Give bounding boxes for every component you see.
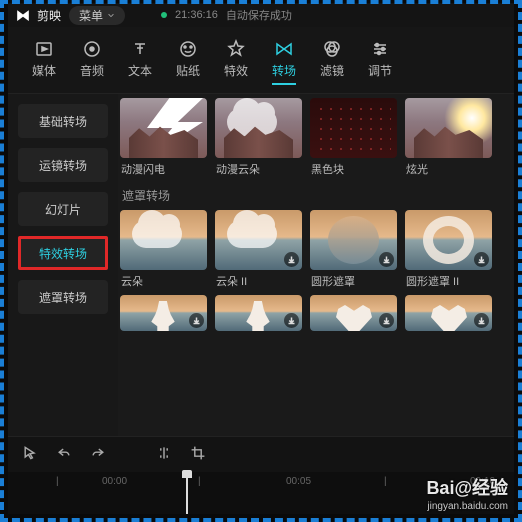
filter-icon: [322, 39, 342, 59]
thumbnail: [405, 295, 492, 331]
crop-button[interactable]: [190, 445, 206, 464]
menu-dropdown[interactable]: 菜单: [69, 6, 125, 25]
sidebar-item-0[interactable]: 基础转场: [18, 104, 108, 138]
card-label: 圆形遮罩 II: [405, 270, 492, 289]
top-tabs: 媒体 音频 文本 贴纸 特效 转场 滤镜 调节: [8, 27, 514, 94]
tab-label: 音频: [80, 62, 104, 79]
thumbnail: [215, 98, 302, 158]
autosave-time: 21:36:16: [175, 9, 218, 21]
split-button[interactable]: [156, 445, 172, 464]
transition-card[interactable]: 云朵: [120, 210, 207, 289]
app-name: 剪映: [37, 7, 61, 24]
download-icon[interactable]: [474, 313, 489, 328]
download-icon[interactable]: [379, 313, 394, 328]
text-icon: [130, 39, 150, 59]
autosave-status: 自动保存成功: [226, 7, 292, 23]
title-bar: ⧓ 剪映 菜单 21:36:16 自动保存成功: [8, 3, 514, 27]
card-label: 云朵 II: [215, 270, 302, 289]
card-label: 云朵: [120, 270, 207, 289]
transition-card[interactable]: [310, 295, 397, 331]
category-sidebar: 基础转场运镜转场幻灯片特效转场遮罩转场: [8, 94, 118, 436]
status-dot-icon: [161, 12, 167, 18]
transition-card[interactable]: 黑色块: [310, 98, 397, 177]
thumbnail: [310, 295, 397, 331]
tab-text[interactable]: 文本: [116, 35, 164, 93]
download-icon[interactable]: [189, 313, 204, 328]
timeline-toolbar: [8, 436, 514, 472]
card-label: 动漫云朵: [215, 158, 302, 177]
ruler-tick: 00:05: [286, 476, 311, 487]
download-icon[interactable]: [379, 252, 394, 267]
transition-card[interactable]: 炫光: [405, 98, 492, 177]
transition-card[interactable]: [120, 295, 207, 331]
watermark-sub: jingyan.baidu.com: [427, 501, 508, 512]
thumbnail: [215, 210, 302, 270]
audio-icon: [82, 39, 102, 59]
sidebar-item-3[interactable]: 特效转场: [18, 236, 108, 270]
redo-button[interactable]: [90, 445, 106, 464]
tab-transition[interactable]: 转场: [260, 35, 308, 93]
download-icon[interactable]: [474, 252, 489, 267]
transition-card[interactable]: 圆形遮罩: [310, 210, 397, 289]
pointer-tool[interactable]: [22, 445, 38, 464]
ruler-tick: |: [198, 476, 201, 487]
section-title: 遮罩转场: [120, 183, 514, 210]
tab-fx[interactable]: 特效: [212, 35, 260, 93]
thumbnail: [120, 98, 207, 158]
tab-media[interactable]: 媒体: [20, 35, 68, 93]
thumbnail: [215, 295, 302, 331]
ruler-tick: 00:00: [102, 476, 127, 487]
thumbnail: [405, 210, 492, 270]
tab-label: 媒体: [32, 62, 56, 79]
tab-label: 贴纸: [176, 62, 200, 79]
tab-filter[interactable]: 滤镜: [308, 35, 356, 93]
transition-card[interactable]: [215, 295, 302, 331]
thumbnail: [120, 295, 207, 331]
thumbnail: [310, 98, 397, 158]
transition-card[interactable]: 动漫闪电: [120, 98, 207, 177]
tab-label: 特效: [224, 62, 248, 79]
watermark: Bai@经验: [426, 474, 508, 500]
download-icon[interactable]: [284, 252, 299, 267]
ruler-tick: |: [384, 476, 387, 487]
card-label: 动漫闪电: [120, 158, 207, 177]
thumbnail: [310, 210, 397, 270]
sticker-icon: [178, 39, 198, 59]
tab-label: 滤镜: [320, 62, 344, 79]
transition-icon: [274, 39, 294, 59]
adjust-icon: [370, 39, 390, 59]
download-icon[interactable]: [284, 313, 299, 328]
playhead[interactable]: [186, 472, 188, 514]
card-label: 炫光: [405, 158, 492, 177]
chevron-down-icon: [107, 11, 115, 19]
tab-label: 调节: [368, 62, 392, 79]
sidebar-item-2[interactable]: 幻灯片: [18, 192, 108, 226]
transition-card[interactable]: 云朵 II: [215, 210, 302, 289]
tab-adjust[interactable]: 调节: [356, 35, 404, 93]
card-label: 黑色块: [310, 158, 397, 177]
tab-label: 文本: [128, 62, 152, 79]
thumbnail: [405, 98, 492, 158]
transition-card[interactable]: 圆形遮罩 II: [405, 210, 492, 289]
thumbnail: [120, 210, 207, 270]
app-logo: ⧓: [16, 7, 29, 24]
sidebar-item-1[interactable]: 运镜转场: [18, 148, 108, 182]
tab-label: 转场: [272, 62, 296, 85]
transition-card[interactable]: [405, 295, 492, 331]
fx-icon: [226, 39, 246, 59]
sidebar-item-4[interactable]: 遮罩转场: [18, 280, 108, 314]
tab-sticker[interactable]: 贴纸: [164, 35, 212, 93]
card-label: 圆形遮罩: [310, 270, 397, 289]
ruler-tick: |: [56, 476, 59, 487]
media-icon: [34, 39, 54, 59]
tab-audio[interactable]: 音频: [68, 35, 116, 93]
undo-button[interactable]: [56, 445, 72, 464]
transition-card[interactable]: 动漫云朵: [215, 98, 302, 177]
transition-gallery: 动漫闪电动漫云朵黑色块炫光遮罩转场云朵云朵 II 圆形遮罩圆形遮罩 II: [118, 94, 514, 436]
